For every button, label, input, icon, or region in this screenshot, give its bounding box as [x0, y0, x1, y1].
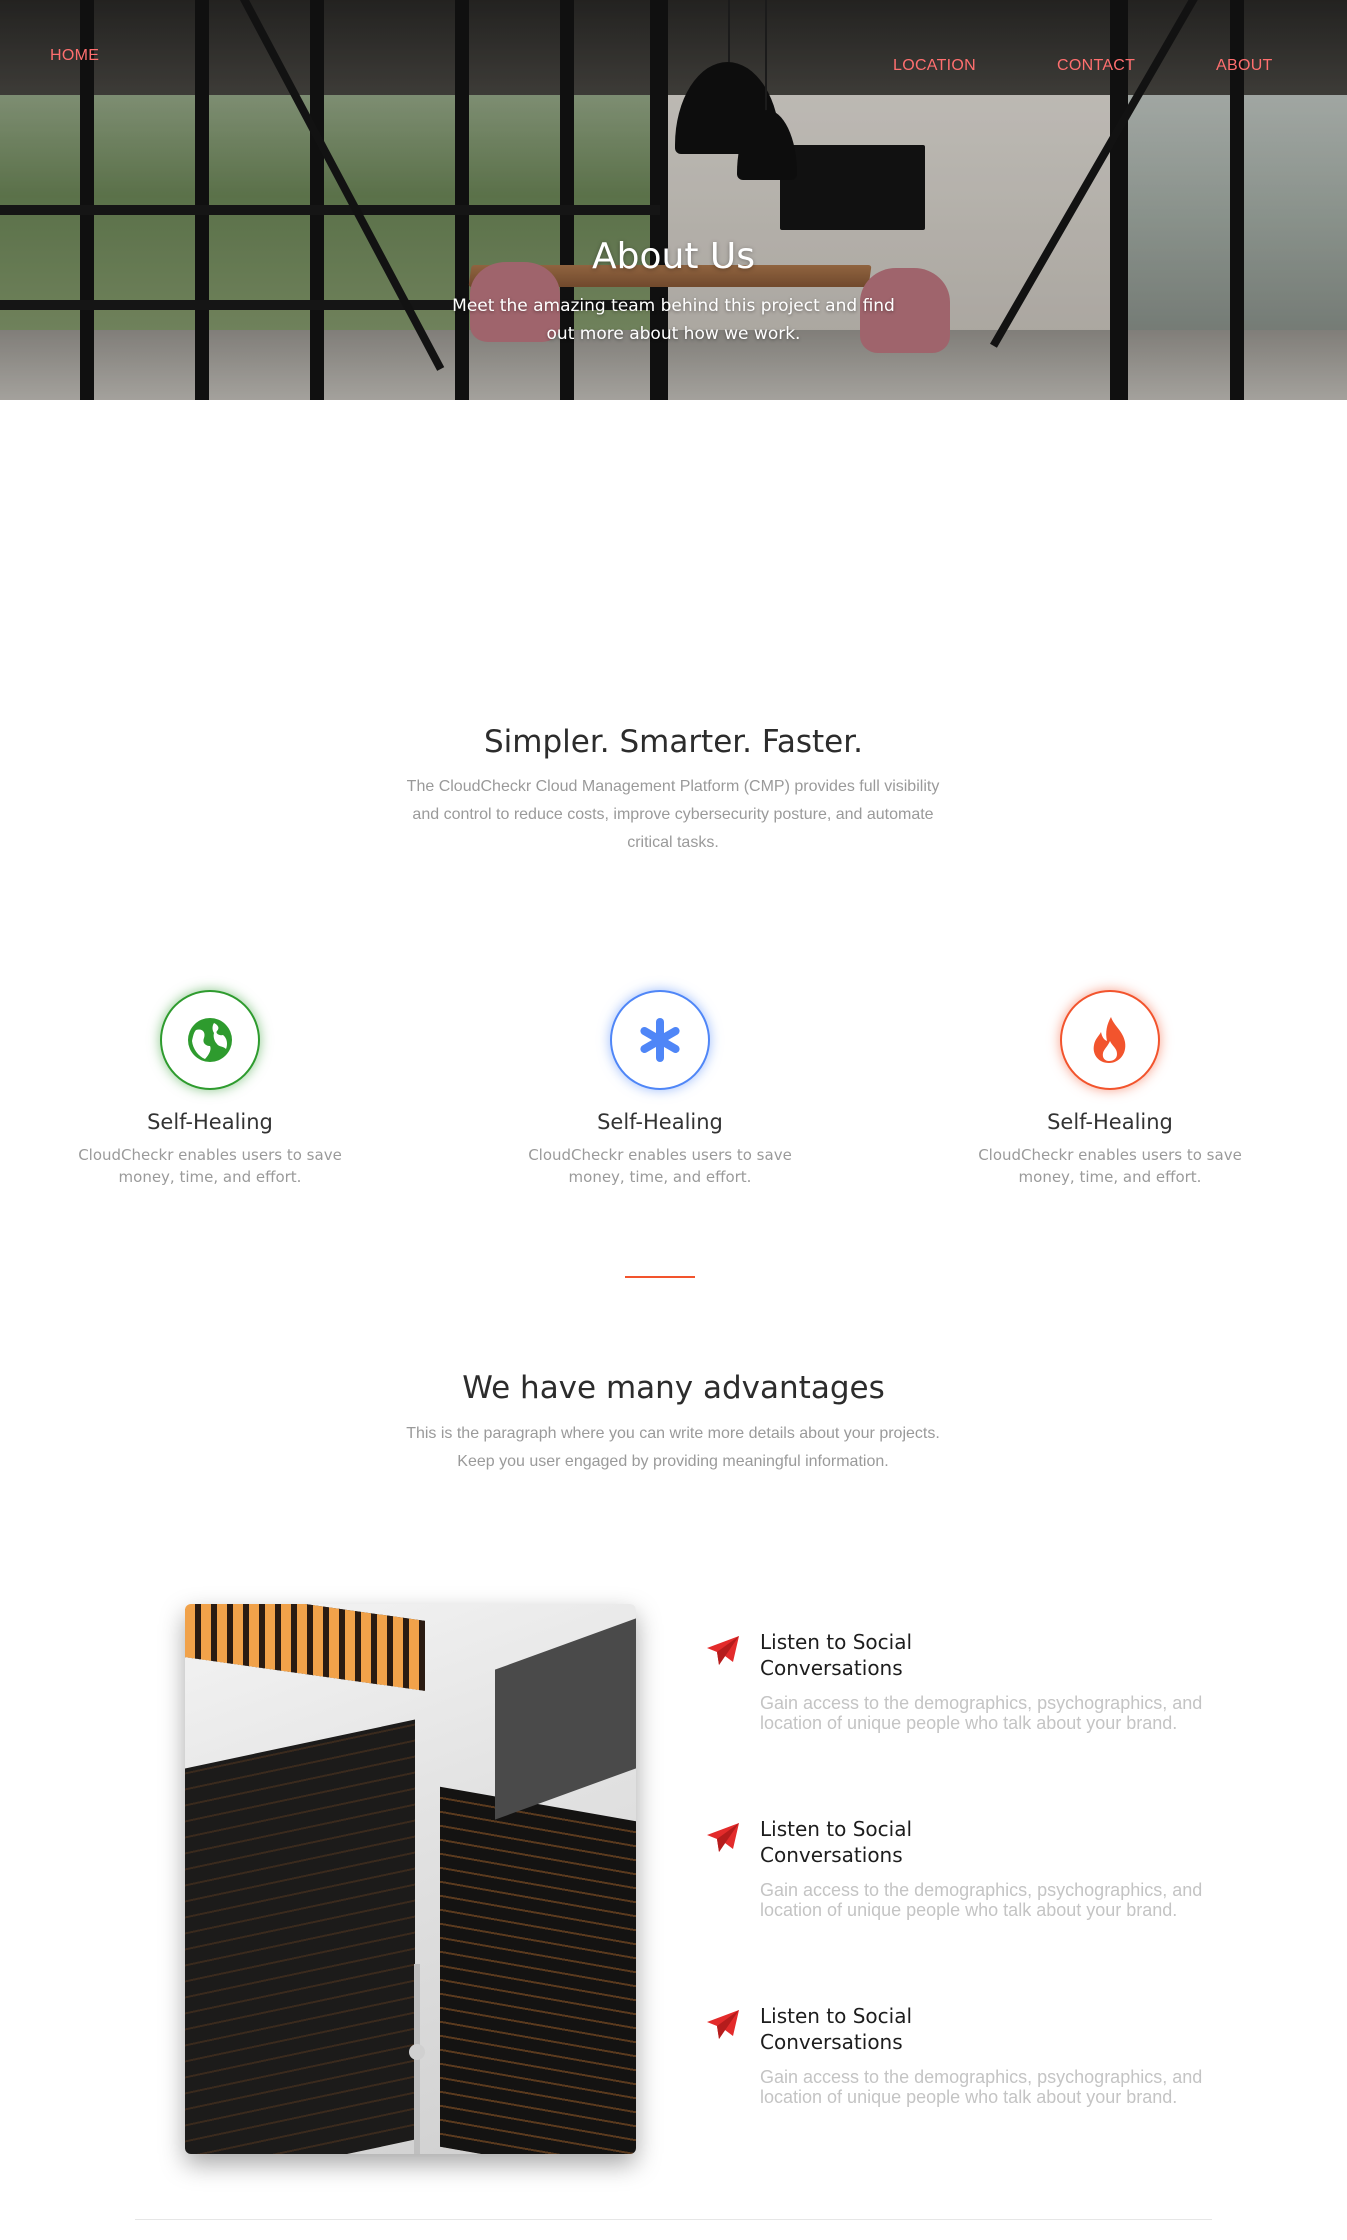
asterisk-icon [640, 1018, 680, 1062]
advantage-text: Gain access to the demographics, psychog… [760, 1880, 1203, 1920]
building-top-right [495, 1618, 636, 1820]
feature-icon-circle [610, 990, 710, 1090]
fire-icon [1093, 1017, 1126, 1063]
advantage-text: Gain access to the demographics, psychog… [760, 1693, 1203, 1733]
nav-about-link[interactable]: ABOUT [1216, 57, 1273, 75]
intro-text: The CloudCheckr Cloud Management Platfor… [406, 778, 940, 851]
feature-text: CloudCheckr enables users to save money,… [528, 1146, 792, 1186]
globe-icon [188, 1018, 232, 1062]
buildings-photo [185, 1604, 636, 2154]
feature-card: Self-Healing CloudCheckr enables users t… [960, 990, 1260, 1188]
hero-subtitle: Meet the amazing team behind this projec… [452, 296, 895, 344]
building-left [185, 1719, 415, 2154]
paper-plane-icon [707, 1636, 739, 1665]
feature-card: Self-Healing CloudCheckr enables users t… [60, 990, 360, 1188]
building-right [440, 1786, 636, 2154]
feature-title: Self-Healing [1047, 1110, 1173, 1134]
feature-icon-circle [1060, 990, 1160, 1090]
advantage-title: Listen to Social Conversations [760, 1817, 913, 1867]
feature-title: Self-Healing [147, 1110, 273, 1134]
advantages-title: We have many advantages [462, 1370, 885, 1406]
bottom-rule [135, 2219, 1212, 2220]
hero-banner: HOME LOCATION CONTACT ABOUT About Us Mee… [0, 0, 1347, 400]
advantage-text: Gain access to the demographics, psychog… [760, 2067, 1203, 2107]
paper-plane-icon [707, 2010, 739, 2039]
lit-ceiling [185, 1604, 425, 1691]
nav-location-link[interactable]: LOCATION [893, 57, 976, 75]
feature-icon-circle [160, 990, 260, 1090]
advantage-title: Listen to Social Conversations [760, 1630, 913, 1680]
nav-contact-link[interactable]: CONTACT [1057, 57, 1135, 75]
section-divider [625, 1276, 695, 1278]
feature-card: Self-Healing CloudCheckr enables users t… [510, 990, 810, 1188]
intro-title: Simpler. Smarter. Faster. [483, 724, 864, 760]
feature-title: Self-Healing [597, 1110, 723, 1134]
feature-text: CloudCheckr enables users to save money,… [78, 1146, 342, 1186]
hero-title: About Us [592, 236, 755, 277]
paper-plane-icon [707, 1823, 739, 1852]
nav-home-link[interactable]: HOME [50, 47, 99, 65]
advantages-text: This is the paragraph where you can writ… [406, 1425, 940, 1470]
tower-pod [409, 2044, 425, 2060]
advantage-title: Listen to Social Conversations [760, 2004, 913, 2054]
feature-text: CloudCheckr enables users to save money,… [978, 1146, 1242, 1186]
